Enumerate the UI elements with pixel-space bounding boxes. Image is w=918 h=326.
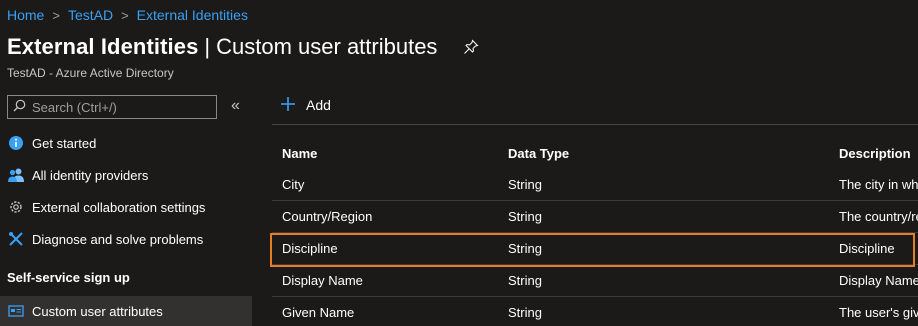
attributes-table: Name Data Type Description City String T… <box>272 138 918 326</box>
cell-data-type: String <box>508 305 542 320</box>
cell-description: The user's give <box>839 305 918 320</box>
table-row[interactable]: Given Name String The user's give <box>272 296 918 326</box>
sidebar-item-label: Get started <box>32 135 97 151</box>
sidebar-item-label: Diagnose and solve problems <box>32 231 204 247</box>
breadcrumb-separator: > <box>52 7 60 23</box>
add-button-label: Add <box>306 97 331 113</box>
cell-name: Discipline <box>282 241 338 256</box>
page-title-sub: Custom user attributes <box>216 34 438 59</box>
cell-data-type: String <box>508 273 542 288</box>
breadcrumb-testad[interactable]: TestAD <box>68 7 113 23</box>
toolbar-divider <box>272 124 918 125</box>
page-title-main: External Identities <box>7 34 199 59</box>
collapse-sidebar-icon[interactable]: « <box>231 97 240 115</box>
plus-icon <box>280 96 296 114</box>
sidebar-item-external-collaboration-settings[interactable]: External collaboration settings <box>0 191 252 223</box>
table-header: Name Data Type Description <box>272 138 918 168</box>
wrench-icon <box>7 230 25 248</box>
sidebar-item-custom-user-attributes[interactable]: Custom user attributes <box>0 296 252 326</box>
cell-data-type: String <box>508 176 542 192</box>
search-icon <box>13 99 26 115</box>
cell-description: The country/re <box>839 209 918 224</box>
search-input[interactable]: Search (Ctrl+/) <box>7 95 217 119</box>
breadcrumb-separator: > <box>121 7 129 23</box>
cell-name: Given Name <box>282 305 355 320</box>
cell-description: The city in wh <box>839 176 918 192</box>
cell-name: City <box>282 176 305 192</box>
cell-data-type: String <box>508 209 542 224</box>
cell-description: Display Name <box>839 273 918 288</box>
column-header-data-type[interactable]: Data Type <box>508 138 808 168</box>
cell-description: Discipline <box>839 241 895 256</box>
sidebar-section-self-service: Self-service sign up <box>7 270 130 285</box>
cell-data-type: String <box>508 241 542 256</box>
breadcrumb-external-identities[interactable]: External Identities <box>137 7 248 23</box>
gear-icon <box>7 198 25 216</box>
column-header-description[interactable]: Description <box>839 138 918 168</box>
table-row[interactable]: Display Name String Display Name <box>272 264 918 296</box>
breadcrumb: Home > TestAD > External Identities <box>7 7 248 23</box>
search-placeholder: Search (Ctrl+/) <box>32 99 117 115</box>
page-title: External Identities | Custom user attrib… <box>7 34 479 60</box>
users-icon <box>7 166 25 184</box>
page-subtitle: TestAD - Azure Active Directory <box>7 66 174 80</box>
pin-icon[interactable] <box>463 39 479 55</box>
table-row[interactable]: City String The city in wh <box>272 168 918 200</box>
cell-name: Display Name <box>282 273 363 288</box>
table-row[interactable]: Discipline String Discipline <box>272 232 918 264</box>
sidebar-item-get-started[interactable]: Get started <box>0 127 252 159</box>
card-icon <box>7 302 25 320</box>
info-icon <box>7 134 25 152</box>
add-button[interactable]: Add <box>280 96 331 114</box>
cell-name: Country/Region <box>282 209 373 224</box>
sidebar-item-label: Custom user attributes <box>32 303 163 319</box>
table-row[interactable]: Country/Region String The country/re <box>272 200 918 232</box>
column-header-name[interactable]: Name <box>282 138 502 168</box>
sidebar-item-diagnose-and-solve[interactable]: Diagnose and solve problems <box>0 223 252 255</box>
sidebar-item-all-identity-providers[interactable]: All identity providers <box>0 159 252 191</box>
sidebar-item-label: External collaboration settings <box>32 199 206 215</box>
breadcrumb-home[interactable]: Home <box>7 7 44 23</box>
title-separator: | <box>204 34 211 59</box>
sidebar-item-label: All identity providers <box>32 167 149 183</box>
